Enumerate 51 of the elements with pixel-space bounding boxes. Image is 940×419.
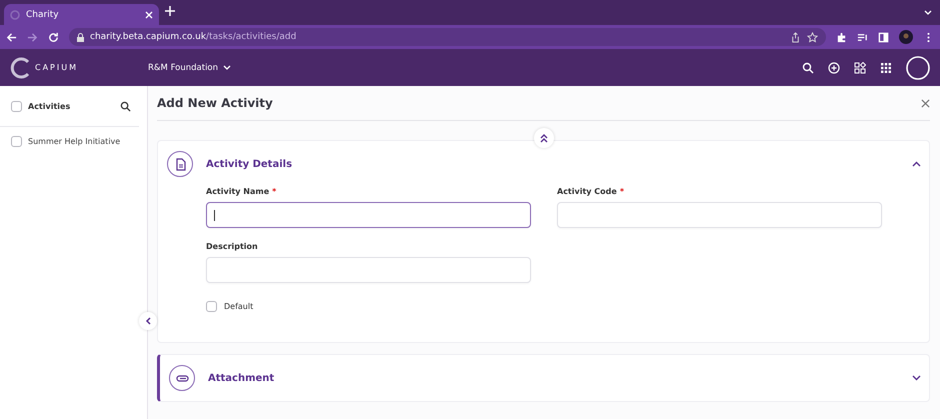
section-title: Activity Details bbox=[206, 158, 294, 170]
add-circle-icon[interactable] bbox=[828, 62, 840, 74]
reload-icon[interactable] bbox=[48, 32, 59, 42]
puzzle-icon[interactable] bbox=[836, 32, 847, 42]
forward-icon[interactable] bbox=[27, 32, 38, 42]
double-chevron-up-icon bbox=[540, 134, 548, 142]
logo-text: CAPIUM bbox=[35, 63, 78, 72]
search-icon[interactable] bbox=[120, 100, 131, 112]
section-title: Attachment bbox=[208, 372, 276, 384]
browser-tab[interactable]: Charity bbox=[4, 4, 159, 25]
paperclip-icon bbox=[169, 365, 195, 391]
profile-avatar-icon[interactable] bbox=[906, 56, 930, 80]
search-icon[interactable] bbox=[802, 62, 814, 74]
field-label: Description bbox=[206, 242, 258, 251]
sidebar-item[interactable]: Summer Help Initiative bbox=[28, 136, 147, 146]
star-icon[interactable] bbox=[807, 32, 818, 42]
checkbox[interactable] bbox=[11, 136, 22, 146]
checkbox[interactable] bbox=[11, 100, 22, 112]
list-header: Activities bbox=[28, 102, 72, 110]
required-mark: * bbox=[272, 187, 276, 196]
sidebar-icon[interactable] bbox=[878, 32, 889, 42]
required-mark: * bbox=[620, 187, 624, 196]
playlist-icon[interactable] bbox=[857, 32, 868, 42]
address-bar[interactable]: charity.beta.capium.co.uk/tasks/activities/add bbox=[69, 28, 826, 46]
avatar-icon[interactable] bbox=[899, 30, 913, 44]
chevron-down-icon bbox=[223, 64, 232, 70]
field-label: Activity Code bbox=[557, 187, 617, 196]
checkbox-label: Default bbox=[224, 302, 254, 311]
favicon-icon bbox=[10, 10, 20, 20]
checkbox[interactable] bbox=[206, 301, 217, 312]
chevron-down-icon[interactable] bbox=[912, 375, 921, 381]
document-icon bbox=[167, 151, 193, 177]
url-host: charity.beta.capium.co.uk bbox=[90, 32, 206, 42]
field-label: Activity Name bbox=[206, 187, 270, 196]
logo-icon bbox=[10, 56, 32, 78]
collapse-all-button[interactable] bbox=[534, 128, 554, 148]
share-icon[interactable] bbox=[790, 32, 801, 42]
collapse-sidebar-button[interactable] bbox=[139, 312, 157, 330]
chevron-left-icon bbox=[145, 317, 151, 325]
back-icon[interactable] bbox=[6, 32, 17, 42]
tab-title: Charity bbox=[26, 10, 60, 20]
chevron-up-icon[interactable] bbox=[912, 161, 921, 167]
url-path: /tasks/activities/add bbox=[206, 32, 296, 42]
close-icon[interactable] bbox=[921, 98, 930, 108]
page-title: Add New Activity bbox=[157, 96, 274, 110]
plus-icon[interactable] bbox=[165, 6, 175, 16]
lock-icon bbox=[77, 32, 84, 42]
apps-icon[interactable] bbox=[880, 62, 892, 74]
widgets-icon[interactable] bbox=[854, 62, 866, 74]
input-field[interactable] bbox=[206, 202, 531, 228]
organisation-selector[interactable]: R&M Foundation bbox=[148, 62, 232, 72]
